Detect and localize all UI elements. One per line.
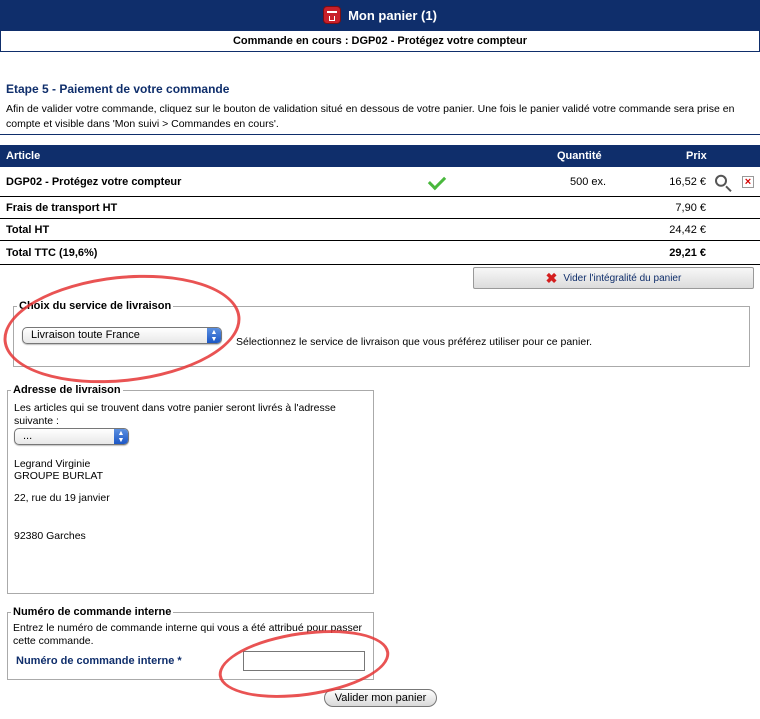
internal-order-input[interactable] [243, 651, 365, 671]
address-city: 92380 Garches [14, 530, 86, 542]
delivery-address-legend: Adresse de livraison [13, 384, 121, 396]
total-ht-price: 24,42 € [669, 223, 706, 236]
delivery-service-value: Livraison toute France [31, 329, 140, 341]
cart-table: Article Quantité Prix DGP02 - Protégez v… [0, 145, 760, 265]
item-quantity: 500 ex. [570, 175, 607, 188]
delivery-service-legend: Choix du service de livraison [19, 300, 172, 312]
total-ttc-label: Total TTC (19,6%) [6, 246, 98, 259]
quantity-header: Quantité [557, 150, 602, 162]
item-name: DGP02 - Protégez votre compteur [6, 175, 182, 188]
empty-cart-label: Vider l'intégralité du panier [563, 272, 682, 284]
empty-cart-button[interactable]: ✖ Vider l'intégralité du panier [473, 267, 754, 289]
address-street: 22, rue du 19 janvier [14, 492, 110, 504]
internal-order-text: Entrez le numéro de commande interne qui… [13, 622, 363, 647]
table-header: Article Quantité Prix [0, 145, 760, 167]
step-title: Etape 5 - Paiement de votre commande [6, 82, 230, 96]
total-ttc-price: 29,21 € [669, 246, 706, 259]
internal-order-label: Numéro de commande interne * [16, 655, 182, 667]
item-price: 16,52 € [669, 175, 706, 188]
address-select[interactable]: ... ▲ ▼ [14, 428, 129, 445]
cart-icon [323, 6, 342, 24]
table-row: DGP02 - Protégez votre compteur 500 ex. … [0, 167, 760, 197]
table-row: Total HT 24,42 € [0, 219, 760, 241]
article-header: Article [6, 150, 41, 162]
table-row: Total TTC (19,6%) 29,21 € [0, 241, 760, 265]
cart-title: Mon panier (1) [348, 7, 437, 23]
section-divider [0, 134, 760, 135]
current-order-bar: Commande en cours : DGP02 - Protégez vot… [0, 30, 760, 52]
delivery-service-select[interactable]: Livraison toute France ▲ ▼ [22, 327, 222, 344]
shipping-price: 7,90 € [675, 201, 706, 214]
zoom-icon[interactable] [715, 174, 727, 187]
delivery-address-intro: Les articles qui se trouvent dans votre … [14, 402, 336, 427]
step-instructions: Afin de valider votre commande, cliquez … [6, 103, 735, 130]
price-header: Prix [686, 150, 707, 162]
x-icon: ✖ [545, 270, 558, 286]
validate-cart-button[interactable]: Valider mon panier [324, 689, 437, 707]
cart-header: Mon panier (1) [0, 0, 760, 30]
delivery-service-hint: Sélectionnez le service de livraison que… [236, 336, 593, 348]
total-ht-label: Total HT [6, 223, 50, 236]
shipping-label: Frais de transport HT [6, 201, 118, 214]
validate-cart-label: Valider mon panier [334, 692, 427, 704]
select-arrows-icon: ▲ ▼ [114, 429, 128, 444]
select-arrows-icon: ▲ ▼ [207, 328, 221, 343]
delete-icon[interactable]: × [742, 175, 754, 188]
internal-order-legend: Numéro de commande interne [13, 606, 172, 618]
check-icon [427, 171, 447, 190]
address-company: GROUPE BURLAT [14, 470, 104, 482]
address-select-value: ... [23, 430, 33, 442]
table-row: Frais de transport HT 7,90 € [0, 197, 760, 219]
current-order-text: Commande en cours : DGP02 - Protégez vot… [232, 35, 527, 47]
